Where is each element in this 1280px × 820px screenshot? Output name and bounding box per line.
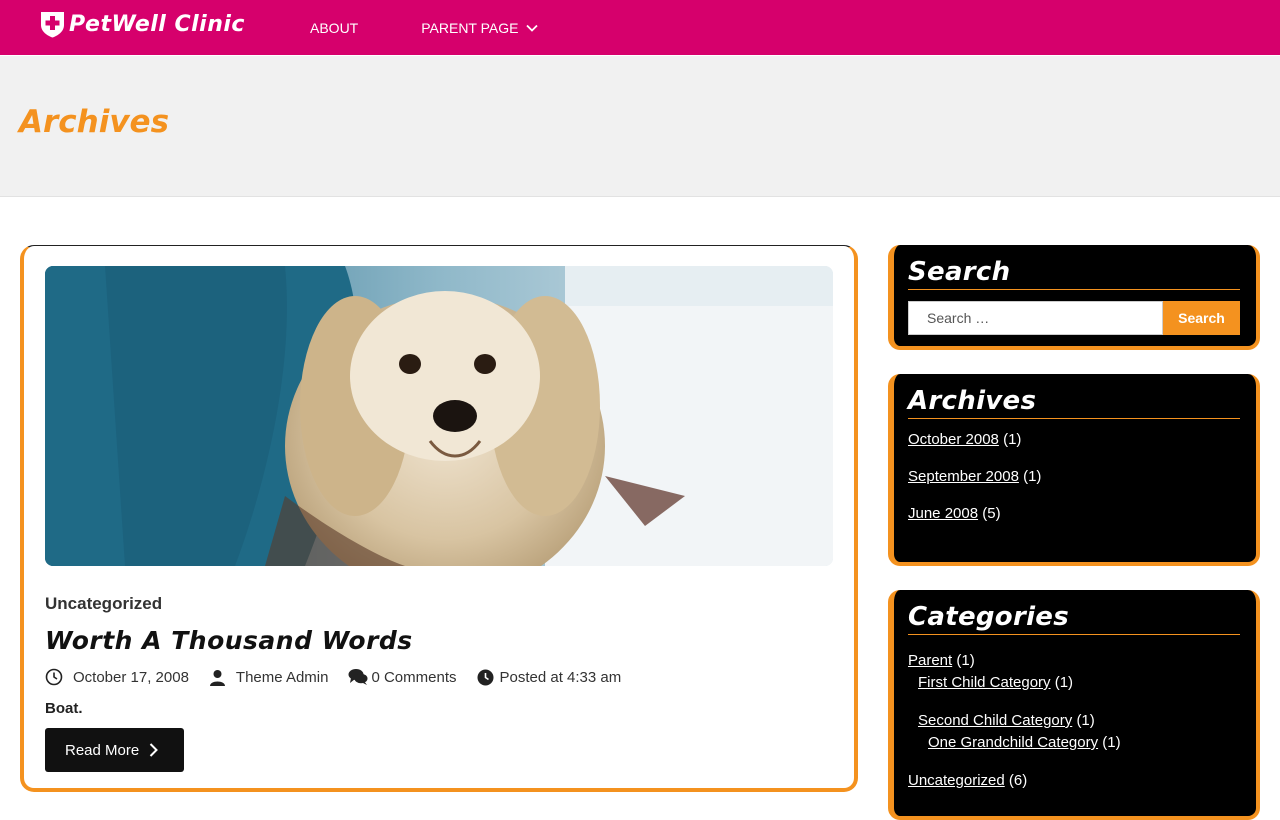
archive-count: (1) <box>1023 468 1042 485</box>
search-input[interactable] <box>908 301 1163 335</box>
archive-count: (5) <box>982 505 1001 522</box>
site-header: PetWell Clinic ABOUT PARENT PAGE <box>0 0 1280 55</box>
post-card: Uncategorized Worth A Thousand Words Oct… <box>20 245 858 792</box>
user-icon <box>209 669 225 686</box>
site-logo-text: PetWell Clinic <box>69 11 245 37</box>
comments-icon <box>348 669 368 685</box>
category-link-one-grandchild[interactable]: One Grandchild Category <box>928 734 1098 751</box>
category-link-parent[interactable]: Parent <box>908 652 952 669</box>
post-time-text: Posted at 4:33 am <box>499 668 622 686</box>
search-widget: Search Search <box>888 245 1260 350</box>
post-title[interactable]: Worth A Thousand Words <box>45 626 413 655</box>
category-count: (1) <box>956 652 975 669</box>
page-title: Archives <box>19 104 170 140</box>
clock-icon <box>45 668 63 686</box>
post-meta: October 17, 2008 Theme Admin 0 Comments <box>45 668 641 686</box>
dog-photo-illustration <box>45 266 833 566</box>
shield-cross-icon <box>41 12 64 38</box>
nav-item-parent-page[interactable]: PARENT PAGE <box>421 19 539 36</box>
post-category[interactable]: Uncategorized <box>45 594 162 614</box>
nav-item-label: PARENT PAGE <box>421 19 519 36</box>
search-button[interactable]: Search <box>1163 301 1240 335</box>
search-widget-title: Search <box>908 245 1240 290</box>
archive-link-october-2008[interactable]: October 2008 <box>908 431 999 448</box>
category-link-uncategorized[interactable]: Uncategorized <box>908 772 1005 789</box>
site-logo[interactable]: PetWell Clinic <box>40 10 245 38</box>
chevron-right-icon <box>149 743 159 757</box>
category-count: (6) <box>1008 772 1028 789</box>
archive-link-september-2008[interactable]: September 2008 <box>908 468 1019 485</box>
list-item: June 2008 (5) <box>908 503 1240 525</box>
post-date: October 17, 2008 <box>45 668 189 686</box>
archives-widget-title: Archives <box>908 374 1240 419</box>
post-comments-text[interactable]: 0 Comments <box>371 669 456 686</box>
post-time: Posted at 4:33 am <box>477 668 622 686</box>
category-link-second-child[interactable]: Second Child Category <box>918 712 1072 729</box>
post-comments: 0 Comments <box>348 668 457 686</box>
archive-link-june-2008[interactable]: June 2008 <box>908 505 978 522</box>
chevron-down-icon <box>526 24 539 32</box>
main-nav: ABOUT PARENT PAGE <box>310 0 601 55</box>
categories-widget: Categories Parent (1) First Child Catego… <box>888 590 1260 820</box>
category-count: (1) <box>1102 734 1121 751</box>
list-item: Uncategorized (6) <box>908 770 1240 792</box>
clock-icon <box>477 669 493 685</box>
list-item: September 2008 (1) <box>908 466 1240 488</box>
category-link-first-child[interactable]: First Child Category <box>918 674 1051 691</box>
nav-item-label: ABOUT <box>310 19 359 36</box>
list-item: Second Child Category (1) <box>908 710 1240 732</box>
categories-widget-title: Categories <box>908 590 1240 635</box>
list-item: Parent (1) <box>908 650 1240 672</box>
read-more-label: Read More <box>65 741 140 759</box>
archive-count: (1) <box>1003 431 1022 448</box>
post-author-text[interactable]: Theme Admin <box>236 669 329 686</box>
post-date-text: October 17, 2008 <box>73 668 189 686</box>
categories-list: Parent (1) First Child Category (1) Seco… <box>908 650 1240 792</box>
post-author: Theme Admin <box>209 669 329 686</box>
list-item: October 2008 (1) <box>908 429 1240 451</box>
page-banner: Archives <box>0 56 1280 197</box>
category-count: (1) <box>1076 712 1095 729</box>
read-more-button[interactable]: Read More <box>45 728 184 772</box>
list-item: One Grandchild Category (1) <box>908 732 1240 754</box>
nav-item-about[interactable]: ABOUT <box>310 20 358 36</box>
archives-list: October 2008 (1) September 2008 (1) June… <box>908 429 1240 525</box>
list-item: First Child Category (1) <box>908 672 1240 694</box>
category-count: (1) <box>1054 674 1074 691</box>
post-featured-image[interactable] <box>45 266 833 566</box>
search-form: Search <box>908 301 1240 335</box>
post-excerpt: Boat. <box>45 700 83 717</box>
archives-widget: Archives October 2008 (1) September 2008… <box>888 374 1260 566</box>
